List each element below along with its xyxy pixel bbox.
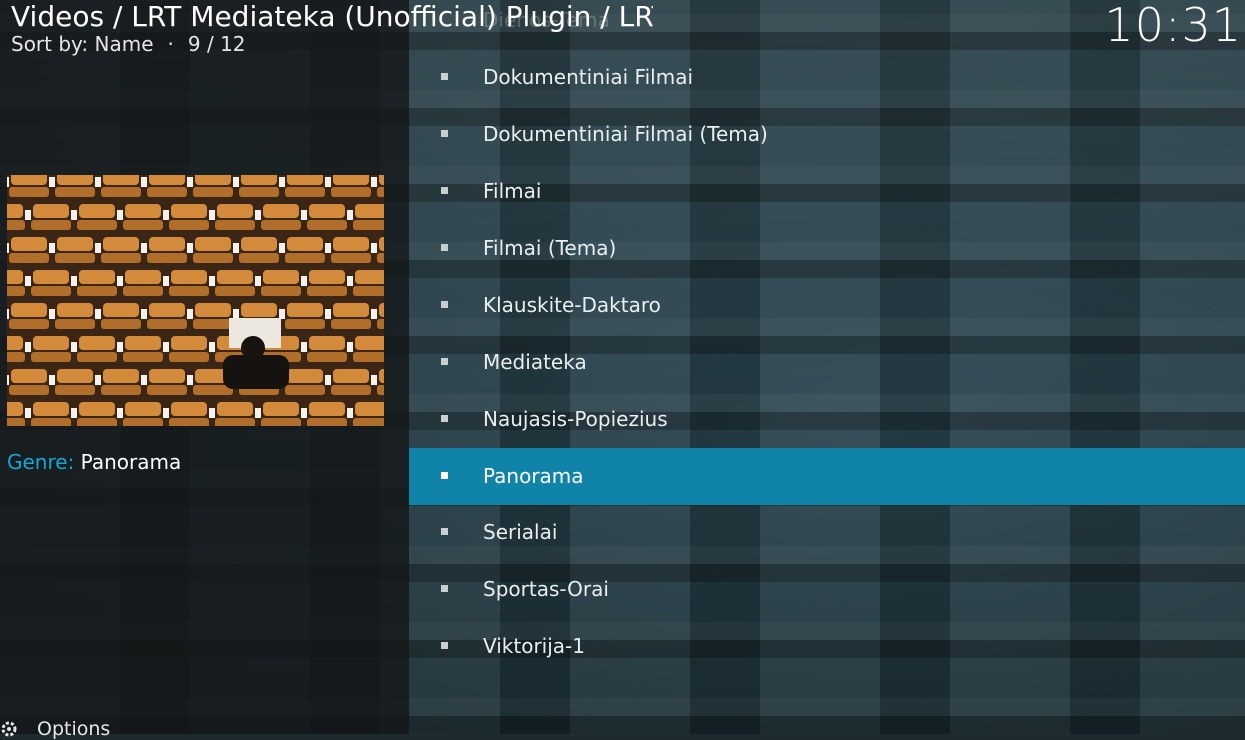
sort-info[interactable]: Sort by: Name · 9 / 12	[11, 31, 246, 57]
list-item-label: Panorama	[483, 464, 584, 488]
clock: 10:31	[1104, 0, 1242, 52]
separator: ·	[167, 32, 174, 56]
list-item-label: Dokumentiniai Filmai	[483, 65, 693, 89]
thumbnail-image	[7, 175, 384, 426]
list-item-label: Naujasis-Popiezius	[483, 407, 668, 431]
bullet-icon	[441, 358, 448, 365]
list-item[interactable]: Sportas-Orai	[409, 561, 1245, 618]
bullet-icon	[441, 585, 448, 592]
bullet-icon	[441, 130, 448, 137]
gear-icon	[1, 721, 17, 737]
sort-label: Sort by: Name	[11, 32, 154, 56]
bullet-icon	[441, 415, 448, 422]
list-item[interactable]: Serialai	[409, 504, 1245, 561]
genre-label: Genre:	[7, 450, 75, 474]
list-item-label: Serialai	[483, 520, 558, 544]
list-item-label: Filmai	[483, 179, 542, 203]
bullet-icon	[441, 642, 448, 649]
list-item-label: Klauskite-Daktaro	[483, 293, 661, 317]
bullet-icon	[441, 187, 448, 194]
list-item[interactable]: Dokumentiniai Filmai (Tema)	[409, 106, 1245, 163]
list-item-label: Filmai (Tema)	[483, 236, 617, 260]
genre-value: Panorama	[80, 450, 182, 474]
breadcrumb: Videos / LRT Mediateka (Unofficial) Plug…	[11, 0, 653, 33]
list-item[interactable]: Klauskite-Daktaro	[409, 277, 1245, 334]
list-item[interactable]: Dokumentiniai Filmai	[409, 49, 1245, 106]
list-item-label: Dokumentiniai Filmai (Tema)	[483, 122, 768, 146]
bullet-icon	[441, 244, 448, 251]
list-item-label: Mediateka	[483, 350, 587, 374]
list-item[interactable]: Viktorija-1	[409, 618, 1245, 675]
bullet-icon	[441, 528, 448, 535]
list-item-label: Viktorija-1	[483, 634, 585, 658]
bullet-icon	[441, 472, 448, 479]
thumbnail-art	[7, 175, 384, 426]
genre-info: Genre: Panorama	[7, 449, 181, 475]
options-label: Options	[37, 718, 111, 740]
list-item[interactable]: Filmai (Tema)	[409, 220, 1245, 277]
list-item-selected[interactable]: Panorama	[409, 448, 1245, 505]
content-list[interactable]: Dienos-Tema Dokumentiniai Filmai Dokumen…	[409, 0, 1245, 734]
list-item[interactable]: Mediateka	[409, 334, 1245, 391]
bullet-icon	[441, 73, 448, 80]
list-item-label: Sportas-Orai	[483, 577, 609, 601]
item-position: 9 / 12	[187, 32, 246, 56]
list-item[interactable]: Filmai	[409, 163, 1245, 220]
bullet-icon	[441, 301, 448, 308]
list-item[interactable]: Naujasis-Popiezius	[409, 391, 1245, 448]
